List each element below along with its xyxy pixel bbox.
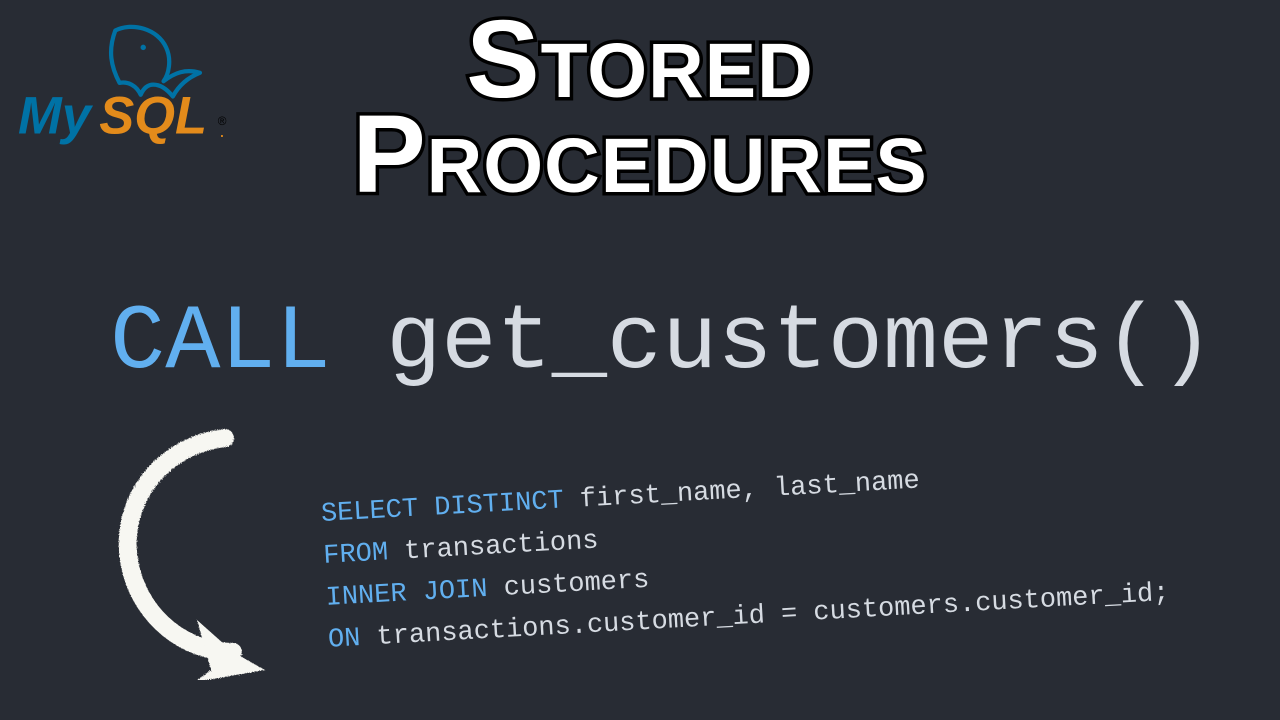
call-parens: (): [1104, 290, 1214, 395]
dolphin-icon: [111, 27, 200, 97]
logo-text-my: My: [18, 88, 94, 146]
logo-text-sql: SQL: [99, 88, 207, 146]
mysql-logo: My SQL ® .: [18, 22, 238, 153]
sql-definition: SELECT DISTINCT first_name, last_name FR…: [320, 448, 1171, 662]
call-function-name: get_customers: [386, 290, 1104, 395]
mysql-logo-svg: My SQL ® .: [18, 22, 238, 149]
call-statement: CALL get_customers(): [110, 290, 1214, 395]
call-keyword: CALL: [110, 290, 331, 395]
arrow-icon: [105, 420, 325, 680]
title-line-2: Procedures: [352, 103, 927, 208]
title: Stored Procedures: [352, 8, 927, 207]
logo-dot: .: [219, 120, 224, 141]
dolphin-eye-icon: [141, 45, 146, 50]
